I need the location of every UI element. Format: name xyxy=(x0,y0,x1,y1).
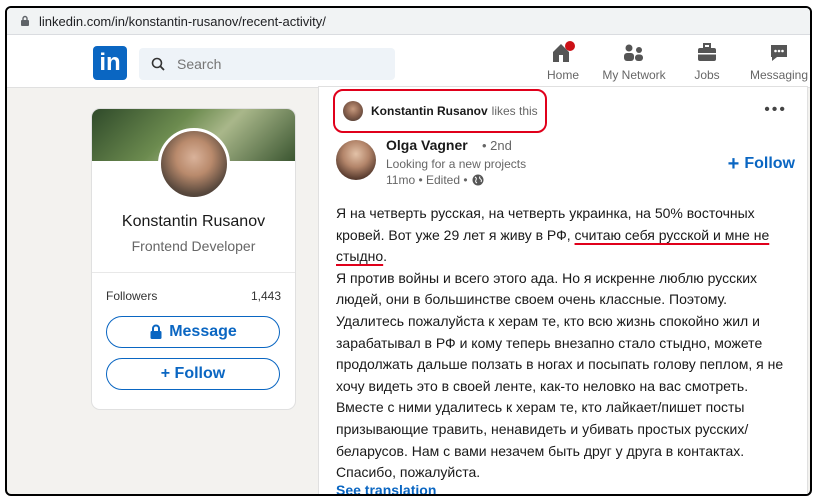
followers-count: 1,443 xyxy=(250,289,281,303)
follow-author-label: Follow xyxy=(744,155,795,172)
search-icon xyxy=(151,57,165,71)
follow-author-button[interactable]: + Follow xyxy=(727,153,795,175)
top-nav: in Home My Network xyxy=(7,35,810,88)
linkedin-logo[interactable]: in xyxy=(93,46,127,80)
search-input[interactable] xyxy=(175,55,379,73)
liker-name[interactable]: Konstantin Rusanov xyxy=(371,104,488,118)
liker-avatar[interactable] xyxy=(343,101,363,121)
liked-by-annotation: Konstantin Rusanov likes this xyxy=(333,89,547,133)
post-body: Я на четверть русская, на четверть украи… xyxy=(336,203,798,484)
message-button-label: Message xyxy=(169,323,237,340)
nav-jobs[interactable]: Jobs xyxy=(687,41,727,87)
post-meta: 11mo • Edited • xyxy=(386,173,484,187)
briefcase-icon xyxy=(698,43,716,61)
network-icon xyxy=(624,44,643,61)
post-paragraph-2: Я против войны и всего этого ада. Но я и… xyxy=(336,269,784,481)
post-paragraph-1: Я на четверть русская, на четверть украи… xyxy=(336,203,798,268)
lock-icon xyxy=(150,324,162,339)
nav-my-network-label: My Network xyxy=(602,68,666,82)
connection-degree: • 2nd xyxy=(482,138,512,153)
profile-follow-label: + Follow xyxy=(160,365,226,382)
globe-icon xyxy=(472,174,484,186)
search-box[interactable] xyxy=(139,48,395,80)
lock-icon xyxy=(21,15,29,26)
browser-window: linkedin.com/in/konstantin-rusanov/recen… xyxy=(5,6,812,496)
profile-avatar[interactable] xyxy=(158,128,230,200)
messaging-icon xyxy=(771,45,787,61)
home-icon xyxy=(553,41,575,62)
profile-follow-button[interactable]: + Follow xyxy=(106,358,280,390)
profile-card: Konstantin Rusanov Frontend Developer Fo… xyxy=(92,109,295,409)
profile-name[interactable]: Konstantin Rusanov xyxy=(92,213,295,231)
nav-home-label: Home xyxy=(546,68,579,82)
message-button[interactable]: Message xyxy=(106,316,280,348)
url-text[interactable]: linkedin.com/in/konstantin-rusanov/recen… xyxy=(39,14,326,29)
nav-home[interactable]: Home xyxy=(543,41,583,87)
likes-this-text: likes this xyxy=(491,104,538,118)
nav-messaging[interactable]: Messaging xyxy=(747,41,810,87)
post-meta-text: 11mo • Edited • xyxy=(386,173,468,187)
feed-post: Konstantin Rusanov likes this ••• Olga V… xyxy=(319,87,807,494)
author-headline: Looking for a new projects xyxy=(386,157,527,171)
see-translation-link[interactable]: See translation xyxy=(336,482,436,494)
nav-messaging-label: Messaging xyxy=(749,68,809,82)
followers-label: Followers xyxy=(106,289,158,303)
post-text-end: . xyxy=(383,248,388,265)
divider xyxy=(92,272,295,273)
plus-icon: + xyxy=(727,153,740,175)
profile-role: Frontend Developer xyxy=(131,238,256,254)
nav-jobs-label: Jobs xyxy=(694,68,720,82)
more-options-icon[interactable]: ••• xyxy=(764,101,787,119)
author-avatar[interactable] xyxy=(336,140,376,180)
address-bar[interactable]: linkedin.com/in/konstantin-rusanov/recen… xyxy=(7,8,810,35)
nav-my-network[interactable]: My Network xyxy=(599,41,669,87)
author-name[interactable]: Olga Vagner xyxy=(386,137,468,153)
